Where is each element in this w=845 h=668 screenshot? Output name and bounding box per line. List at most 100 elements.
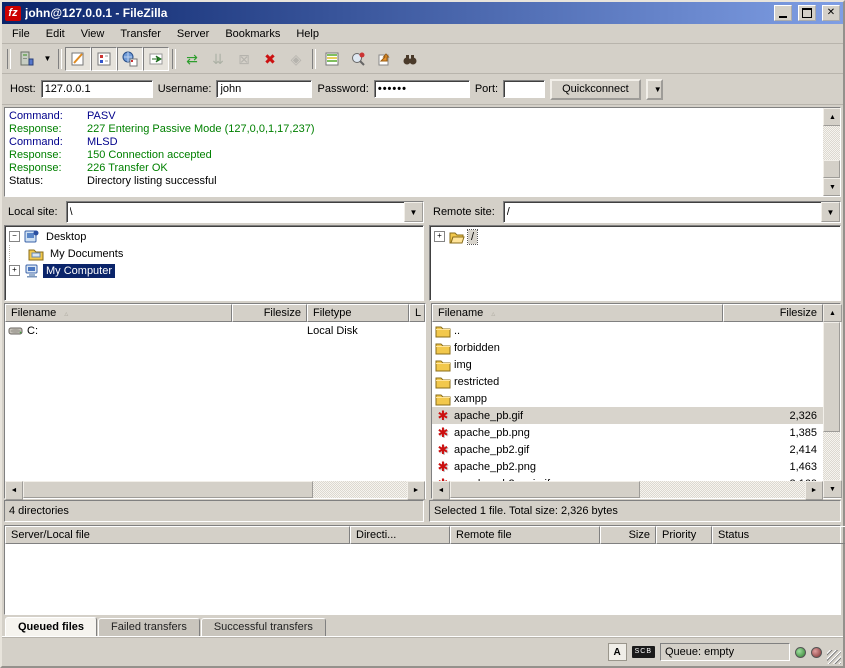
collapse-icon[interactable]: −	[9, 231, 20, 242]
column-filename[interactable]: Filename ▵	[5, 304, 232, 322]
quickconnect-dropdown[interactable]: ▼	[646, 79, 663, 100]
minimize-button[interactable]	[774, 5, 792, 21]
local-rows[interactable]: C: Local Disk	[5, 322, 425, 481]
scroll-up-button[interactable]: ▲	[823, 304, 842, 322]
tree-item-root[interactable]: + /	[434, 228, 840, 245]
menu-view[interactable]: View	[73, 26, 113, 42]
column-filesize[interactable]: Filesize	[723, 304, 823, 322]
tab-successful-transfers[interactable]: Successful transfers	[201, 618, 326, 636]
remote-vertical-scrollbar[interactable]: ▲ ▼	[823, 304, 840, 498]
scroll-down-button[interactable]: ▼	[823, 480, 842, 498]
cancel-operation-button[interactable]: ⊠	[231, 47, 257, 71]
refresh-button[interactable]: ⇄	[179, 47, 205, 71]
scrollbar-thumb[interactable]	[823, 322, 840, 432]
host-input[interactable]	[41, 80, 153, 98]
column-priority[interactable]: Priority	[656, 526, 712, 544]
queue-icon	[148, 51, 164, 67]
site-manager-button[interactable]	[14, 47, 40, 71]
resize-grip[interactable]	[827, 650, 841, 664]
remote-site-input[interactable]	[504, 206, 821, 218]
directory-comparison-button[interactable]	[319, 47, 345, 71]
expand-icon[interactable]: +	[434, 231, 445, 242]
menu-file[interactable]: File	[4, 26, 38, 42]
remote-row-file[interactable]: ✱ apache_pb.png 1,385	[432, 424, 823, 441]
toolbar-grip	[7, 49, 11, 69]
maximize-button[interactable]	[798, 5, 816, 21]
tree-item-my-documents[interactable]: My Documents	[9, 245, 423, 262]
quickconnect-button[interactable]: Quickconnect	[550, 79, 641, 100]
filter-button[interactable]	[397, 47, 423, 71]
remote-row-folder[interactable]: xampp	[432, 390, 823, 407]
scroll-left-button[interactable]: ◄	[432, 481, 450, 500]
column-filename[interactable]: Filename ▵	[432, 304, 723, 322]
remote-pane: Remote site: ▼ + /	[429, 201, 841, 301]
toggle-remote-tree-button[interactable]	[117, 47, 143, 71]
remote-row-file-selected[interactable]: ✱ apache_pb.gif 2,326	[432, 407, 823, 424]
remote-directory-tree[interactable]: + /	[429, 225, 841, 301]
remote-horizontal-scrollbar[interactable]: ◄ ►	[432, 481, 823, 498]
column-remote-file[interactable]: Remote file	[450, 526, 600, 544]
remote-row-file[interactable]: ✱ apache_pb2.gif 2,414	[432, 441, 823, 458]
local-directory-tree[interactable]: − Desktop My Documents	[4, 225, 424, 301]
process-queue-button[interactable]: ⇊	[205, 47, 231, 71]
local-site-combo[interactable]: ▼	[66, 201, 424, 223]
disconnect-button[interactable]: ✖	[257, 47, 283, 71]
tab-queued-files[interactable]: Queued files	[5, 617, 97, 636]
column-server-local-file[interactable]: Server/Local file	[5, 526, 350, 544]
column-status[interactable]: Status	[712, 526, 845, 544]
username-input[interactable]	[216, 80, 312, 98]
toggle-message-log-button[interactable]	[65, 47, 91, 71]
scroll-down-button[interactable]: ▼	[823, 178, 841, 196]
port-input[interactable]	[503, 80, 545, 98]
column-last-modified[interactable]: L	[409, 304, 425, 322]
tree-item-desktop[interactable]: − Desktop	[9, 228, 423, 245]
password-input[interactable]	[374, 80, 470, 98]
expand-icon[interactable]: +	[9, 265, 20, 276]
toggle-local-tree-button[interactable]	[91, 47, 117, 71]
scroll-up-button[interactable]: ▲	[823, 108, 841, 126]
chevron-down-icon[interactable]: ▼	[404, 202, 423, 222]
selected-tree-item[interactable]: My Computer	[43, 264, 115, 278]
close-button[interactable]: ✕	[822, 5, 840, 21]
scroll-left-button[interactable]: ◄	[5, 481, 23, 500]
chevron-down-icon[interactable]: ▼	[821, 202, 840, 222]
synchronized-browsing-button[interactable]	[345, 47, 371, 71]
remote-row-folder[interactable]: forbidden	[432, 339, 823, 356]
scroll-right-button[interactable]: ►	[407, 481, 425, 500]
remote-row-folder[interactable]: img	[432, 356, 823, 373]
scrollbar-thumb[interactable]	[450, 481, 640, 498]
queue-body[interactable]	[5, 544, 840, 614]
remote-site-combo[interactable]: ▼	[503, 201, 841, 223]
tree-item-my-computer[interactable]: + My Computer	[9, 262, 423, 279]
menu-transfer[interactable]: Transfer	[112, 26, 169, 42]
title-bar[interactable]: fz john@127.0.0.1 - FileZilla ✕	[2, 2, 843, 24]
local-horizontal-scrollbar[interactable]: ◄ ►	[5, 481, 425, 498]
scrollbar-thumb[interactable]	[823, 160, 840, 178]
menu-edit[interactable]: Edit	[38, 26, 73, 42]
menu-server[interactable]: Server	[169, 26, 217, 42]
log-scrollbar[interactable]: ▲ ▼	[823, 108, 840, 196]
remote-row-file[interactable]: ✱ apache_pb2.png 1,463	[432, 458, 823, 475]
transfer-type-indicator[interactable]: A	[608, 643, 627, 661]
remote-row-parent-dir[interactable]: ..	[432, 322, 823, 339]
column-size[interactable]: Size	[600, 526, 656, 544]
scrollbar-thumb[interactable]	[23, 481, 313, 498]
site-manager-dropdown[interactable]: ▼	[40, 48, 55, 70]
speed-limits-icon[interactable]: SCB	[632, 646, 655, 658]
local-site-input[interactable]	[67, 206, 404, 218]
scroll-right-button[interactable]: ►	[805, 481, 823, 500]
column-filesize[interactable]: Filesize	[232, 304, 307, 322]
reconnect-button[interactable]: ◈	[283, 47, 309, 71]
tab-failed-transfers[interactable]: Failed transfers	[98, 618, 200, 636]
menu-bookmarks[interactable]: Bookmarks	[217, 26, 288, 42]
toggle-queue-button[interactable]	[143, 47, 169, 71]
local-row-c-drive[interactable]: C: Local Disk	[5, 322, 425, 339]
remote-rows[interactable]: .. forbidden	[432, 322, 823, 481]
column-direction[interactable]: Directi...	[350, 526, 450, 544]
message-log[interactable]: Command: PASV Response: 227 Entering Pas…	[4, 107, 841, 197]
menu-help[interactable]: Help	[288, 26, 327, 42]
remote-row-folder[interactable]: restricted	[432, 373, 823, 390]
folder-icon	[435, 392, 451, 406]
column-filetype[interactable]: Filetype	[307, 304, 409, 322]
find-files-button[interactable]	[371, 47, 397, 71]
